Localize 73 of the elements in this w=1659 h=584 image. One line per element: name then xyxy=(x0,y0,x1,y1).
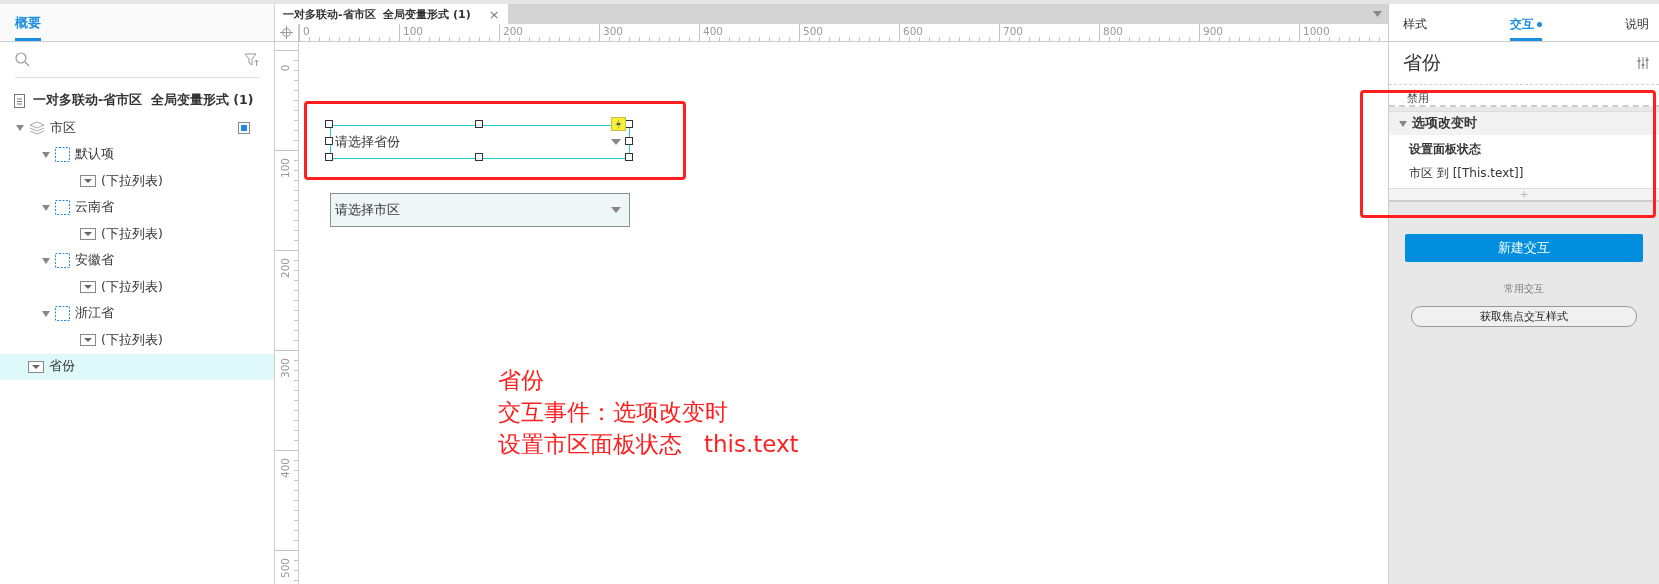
ruler-label: 0 xyxy=(279,64,293,72)
ruler-label: 500 xyxy=(279,558,293,578)
tree-item[interactable]: 安徽省 xyxy=(0,247,274,274)
panel-state-icon[interactable] xyxy=(238,122,250,135)
annotation-text: 交互事件：选项改变时 xyxy=(498,398,729,427)
dropdown-icon xyxy=(80,281,96,294)
dropdown-icon xyxy=(80,175,96,188)
action-detail: 市区 到 [[This.text]] xyxy=(1409,165,1525,182)
ruler-label: 700 xyxy=(1002,25,1024,37)
tree-item[interactable]: 市区 xyxy=(0,115,274,142)
dropdown-icon xyxy=(80,228,96,241)
ruler-label: 400 xyxy=(702,25,724,37)
tree-item[interactable]: (下拉列表) xyxy=(0,168,274,195)
caret-icon[interactable] xyxy=(42,310,50,317)
section-label: 常用交互 xyxy=(1504,282,1544,296)
annotation-text: 设置市区面板状态 this.text xyxy=(498,430,799,459)
resize-handle[interactable] xyxy=(475,120,483,128)
tree-item[interactable]: 云南省 xyxy=(0,194,274,221)
disabled-label: 禁用 xyxy=(1407,92,1429,105)
ruler-label: 300 xyxy=(602,25,624,37)
layers-icon xyxy=(29,121,45,136)
caret-icon[interactable] xyxy=(42,257,50,264)
ruler-label: 200 xyxy=(502,25,524,37)
new-interaction-button[interactable]: 新建交互 xyxy=(1405,234,1643,262)
dropdown-widget[interactable]: 请选择省份 xyxy=(330,125,630,159)
inspector-tab[interactable]: 说明 xyxy=(1625,16,1649,41)
inspector-tab[interactable]: 样式 xyxy=(1403,16,1427,41)
ruler-label: 200 xyxy=(279,258,293,278)
caret-icon[interactable] xyxy=(42,204,50,211)
caret-icon[interactable] xyxy=(42,151,50,158)
tree-item[interactable]: (下拉列表) xyxy=(0,274,274,301)
ruler-label: 100 xyxy=(279,158,293,178)
page-icon xyxy=(14,93,25,108)
caret-icon[interactable] xyxy=(16,125,24,132)
caret-icon xyxy=(611,207,621,213)
resize-handle[interactable] xyxy=(325,120,333,128)
dashed-square-icon xyxy=(55,200,70,216)
filter-icon[interactable] xyxy=(244,52,259,67)
dropdown-icon xyxy=(28,360,44,373)
dashed-square-icon xyxy=(55,306,70,322)
ruler-label: 500 xyxy=(802,25,824,37)
tree-item[interactable]: 默认项 xyxy=(0,141,274,168)
tree-item[interactable]: 浙江省 xyxy=(0,300,274,327)
dashed-square-icon xyxy=(55,147,70,163)
action-name: 设置面板状态 xyxy=(1409,141,1482,158)
ruler-label: 600 xyxy=(902,25,924,37)
ruler-label: 900 xyxy=(1202,25,1224,37)
tree-item[interactable]: 省份 xyxy=(0,353,274,380)
ruler-label: 1000 xyxy=(1302,25,1330,37)
sliders-icon[interactable] xyxy=(1637,57,1649,69)
ruler-label: 0 xyxy=(302,25,310,37)
resize-handle[interactable] xyxy=(475,153,483,161)
dropdown-icon xyxy=(80,334,96,347)
tree-item[interactable]: (下拉列表) xyxy=(0,221,274,248)
ruler-label: 800 xyxy=(1102,25,1124,37)
annotation-text: 省份 xyxy=(498,366,545,395)
widget-name: 省份 xyxy=(1403,50,1441,75)
document-tab[interactable]: 一对多联动-省市区 全局变量形式 (1) × xyxy=(275,4,508,24)
tree-item[interactable]: (下拉列表) xyxy=(0,327,274,354)
crosshair-icon[interactable] xyxy=(280,26,293,39)
page-title: 一对多联动-省市区 全局变量形式 (1) xyxy=(33,92,254,109)
event-header[interactable]: 选项改变时 xyxy=(1389,111,1659,135)
ruler-label: 100 xyxy=(402,25,424,37)
search-icon[interactable] xyxy=(15,52,30,67)
dropdown-widget[interactable]: 请选择市区 xyxy=(330,193,630,227)
ruler-label: 300 xyxy=(279,358,293,378)
caret-icon[interactable] xyxy=(1399,120,1407,127)
caret-icon xyxy=(611,139,621,145)
ruler-label: 400 xyxy=(279,458,293,478)
caret-icon[interactable] xyxy=(1373,11,1382,17)
close-button[interactable]: × xyxy=(488,6,500,22)
preset-button[interactable]: 获取焦点交互样式 xyxy=(1411,306,1637,327)
dashed-square-icon xyxy=(55,253,70,269)
